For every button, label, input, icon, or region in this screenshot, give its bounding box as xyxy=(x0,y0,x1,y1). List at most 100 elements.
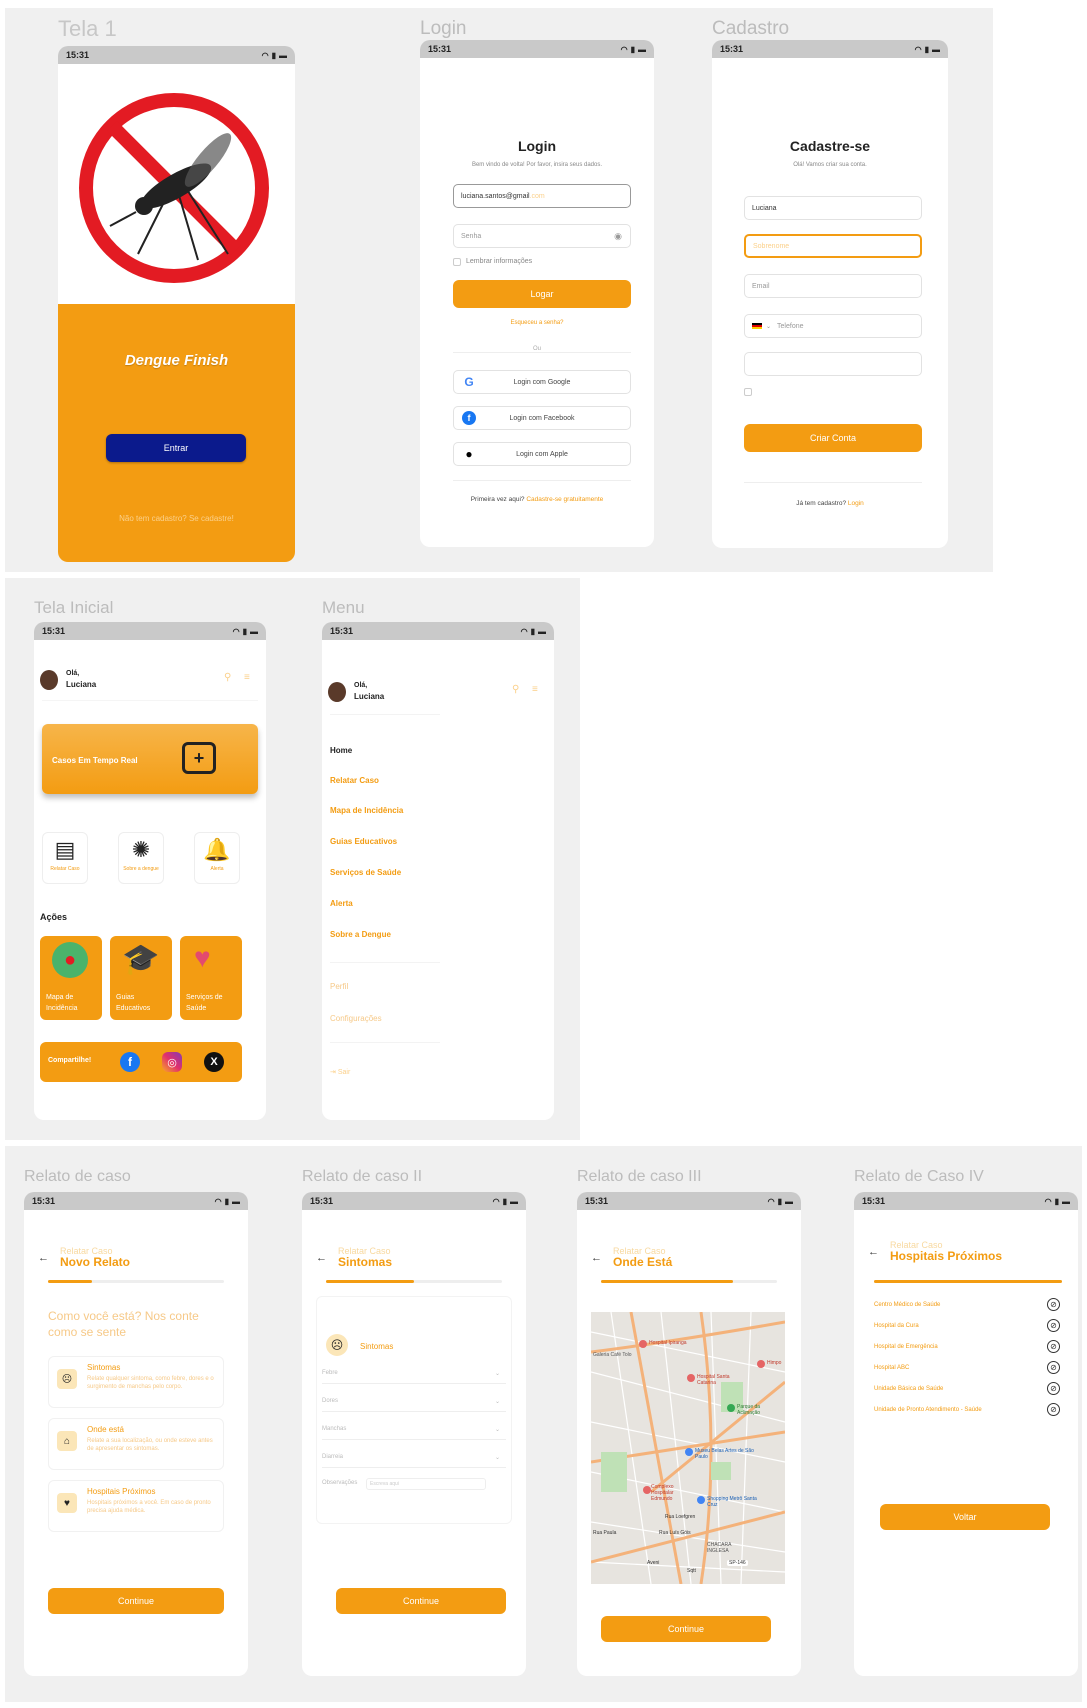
search-icon[interactable]: ⚲ xyxy=(224,672,231,683)
hospital-item[interactable]: Hospital da Cura xyxy=(874,1323,919,1329)
incidence-map-card[interactable]: ● Mapa de Incidência xyxy=(40,936,102,1020)
symptoms-card-desc: Relate qualquer sintoma, como febre, dor… xyxy=(87,1376,214,1390)
facebook-icon[interactable]: f xyxy=(120,1052,140,1072)
menu-item-home[interactable]: Home xyxy=(330,746,352,755)
menu-item-settings[interactable]: Configurações xyxy=(330,1014,382,1023)
observations-placeholder: Escreva aqui xyxy=(370,1481,399,1487)
report-step4-screen: 15:31 ◠ ▮ ▬ ← Relatar Caso Hospitais Próxim… xyxy=(854,1192,1078,1676)
frame-title-menu: Menu xyxy=(322,598,365,617)
status-bar: 15:31 ◠ ▮ ▬ xyxy=(34,622,266,640)
health-services-card[interactable]: ♥ Serviços de Saúde xyxy=(180,936,242,1020)
continue-button[interactable]: Continue xyxy=(336,1588,506,1614)
location-map[interactable]: Hospital Ipiranga Galeria Café Tolo Hosp… xyxy=(591,1312,785,1584)
map-pin-icon: ● xyxy=(52,942,88,978)
instagram-icon[interactable]: ◎ xyxy=(162,1052,182,1072)
symptom-row-spots[interactable]: Manchas ⌄ xyxy=(322,1426,506,1440)
x-icon[interactable]: X xyxy=(204,1052,224,1072)
chevron-down-icon: ⌄ xyxy=(494,1399,500,1405)
signup-free-link[interactable]: Cadastre-se gratuitamente xyxy=(526,496,603,503)
map-label: Complexo Hospitalar Edmundo xyxy=(651,1484,674,1502)
search-icon[interactable]: ⚲ xyxy=(512,684,519,695)
step-big-title: Sintomas xyxy=(338,1255,393,1269)
map-label: Rua Paula xyxy=(593,1530,617,1536)
menu-icon[interactable]: ≡ xyxy=(532,684,538,695)
health-services-label-2: Saúde xyxy=(186,1005,207,1012)
flag-icon[interactable] xyxy=(752,323,762,329)
educational-guides-label-2: Educativos xyxy=(116,1005,151,1012)
back-arrow-icon[interactable]: ← xyxy=(868,1246,879,1258)
password-field[interactable]: Senha ◉ xyxy=(453,224,631,248)
apple-login-button[interactable]: ● Login com Apple xyxy=(453,442,631,466)
frame-title-relato1: Relato de caso xyxy=(24,1168,131,1185)
compass-icon[interactable]: ⊘ xyxy=(1047,1403,1060,1416)
login-link[interactable]: Login xyxy=(848,500,864,507)
continue-button[interactable]: Continue xyxy=(601,1616,771,1642)
email-field[interactable]: luciana.santos@gmail .com xyxy=(453,184,631,208)
logout-row[interactable]: ⇥ Sair xyxy=(330,1068,350,1076)
menu-item-educational-guides[interactable]: Guias Educativos xyxy=(330,837,397,846)
home-screen: 15:31 ◠ ▮ ▬ Olá, Luciana ⚲ ≡ Casos Em Tempo… xyxy=(34,622,266,1120)
compass-icon[interactable]: ⊘ xyxy=(1047,1298,1060,1311)
realtime-cases-banner[interactable]: Casos Em Tempo Real + xyxy=(42,724,258,794)
remember-checkbox[interactable] xyxy=(453,258,461,266)
status-bar: 15:31 ◠ ▮ ▬ xyxy=(302,1192,526,1210)
surname-field[interactable]: Sobrenome xyxy=(744,234,922,258)
hospital-item[interactable]: Hospital ABC xyxy=(874,1365,909,1371)
signup-link[interactable]: Não tem cadastro? Se cadastre! xyxy=(58,514,295,523)
facebook-login-button[interactable]: f Login com Facebook xyxy=(453,406,631,430)
nearby-hospitals-card[interactable]: ♥ Hospitais Próximos Hospitais próximos … xyxy=(48,1480,224,1532)
eye-icon[interactable]: ◉ xyxy=(614,231,622,242)
forgot-password-link[interactable]: Esqueceu a senha? xyxy=(420,320,654,326)
battery-icon: ▬ xyxy=(250,626,258,636)
compass-icon[interactable]: ⊘ xyxy=(1047,1361,1060,1374)
email-field[interactable]: Email xyxy=(744,274,922,298)
name-field[interactable]: Luciana xyxy=(744,196,922,220)
menu-item-health-services[interactable]: Serviços de Saúde xyxy=(330,868,401,877)
back-arrow-icon[interactable]: ← xyxy=(591,1252,602,1264)
continue-button[interactable]: Continue xyxy=(48,1588,224,1614)
observations-input[interactable]: Escreva aqui xyxy=(366,1478,486,1490)
menu-item-profile[interactable]: Perfil xyxy=(330,982,348,991)
quick-alert[interactable]: 🔔 Alerta xyxy=(194,832,240,884)
symptom-row-pain[interactable]: Dores ⌄ xyxy=(322,1398,506,1412)
enter-button[interactable]: Entrar xyxy=(106,434,246,462)
google-login-button[interactable]: G Login com Google xyxy=(453,370,631,394)
status-icons: ◠ ▮ ▬ xyxy=(621,45,646,54)
quick-report-case[interactable]: ▤ Relatar Caso xyxy=(42,832,88,884)
wifi-icon: ◠ xyxy=(914,44,922,54)
login-button[interactable]: Logar xyxy=(453,280,631,308)
symptom-row-fever[interactable]: Febre ⌄ xyxy=(322,1370,506,1384)
menu-item-report-case[interactable]: Relatar Caso xyxy=(330,776,379,785)
back-button[interactable]: Voltar xyxy=(880,1504,1050,1530)
menu-icon[interactable]: ≡ xyxy=(244,672,250,683)
facebook-label: Login com Facebook xyxy=(509,414,575,422)
menu-item-alert[interactable]: Alerta xyxy=(330,899,353,908)
hospital-item[interactable]: Hospital de Emergência xyxy=(874,1344,938,1350)
hospital-item[interactable]: Unidade de Pronto Atendimento - Saúde xyxy=(874,1407,982,1413)
terms-checkbox[interactable] xyxy=(744,388,752,396)
quick-about-dengue[interactable]: ✺ Sobre a dengue xyxy=(118,832,164,884)
back-arrow-icon[interactable]: ← xyxy=(38,1252,49,1264)
compass-icon[interactable]: ⊘ xyxy=(1047,1319,1060,1332)
create-account-button[interactable]: Criar Conta xyxy=(744,424,922,452)
menu-item-about-dengue[interactable]: Sobre a Dengue xyxy=(330,930,391,939)
hospital-item[interactable]: Unidade Básica de Saúde xyxy=(874,1386,943,1392)
back-arrow-icon[interactable]: ← xyxy=(316,1252,327,1264)
symptoms-card[interactable]: ☹ Sintomas Relate qualquer sintoma, como… xyxy=(48,1356,224,1408)
hospital-item[interactable]: Centro Médico de Saúde xyxy=(874,1302,940,1308)
symptom-row-diarrhea[interactable]: Diarreia ⌄ xyxy=(322,1454,506,1468)
menu-divider xyxy=(330,962,440,963)
avatar[interactable] xyxy=(328,682,346,702)
phone-field[interactable]: ⌄ Telefone xyxy=(744,314,922,338)
extra-field[interactable] xyxy=(744,352,922,376)
compass-icon[interactable]: ⊘ xyxy=(1047,1382,1060,1395)
educational-guides-card[interactable]: 🎓 Guias Educativos xyxy=(110,936,172,1020)
location-card[interactable]: ⌂ Onde está Relate a sua localização, ou… xyxy=(48,1418,224,1470)
status-time: 15:31 xyxy=(42,626,66,636)
compass-icon[interactable]: ⊘ xyxy=(1047,1340,1060,1353)
wifi-icon: ◠ xyxy=(492,1196,500,1206)
avatar[interactable] xyxy=(40,670,58,690)
login-subtitle: Bem vindo de volta! Por favor, insira se… xyxy=(471,162,603,168)
progress-fill xyxy=(601,1280,733,1283)
menu-item-incidence-map[interactable]: Mapa de Incidência xyxy=(330,806,403,815)
